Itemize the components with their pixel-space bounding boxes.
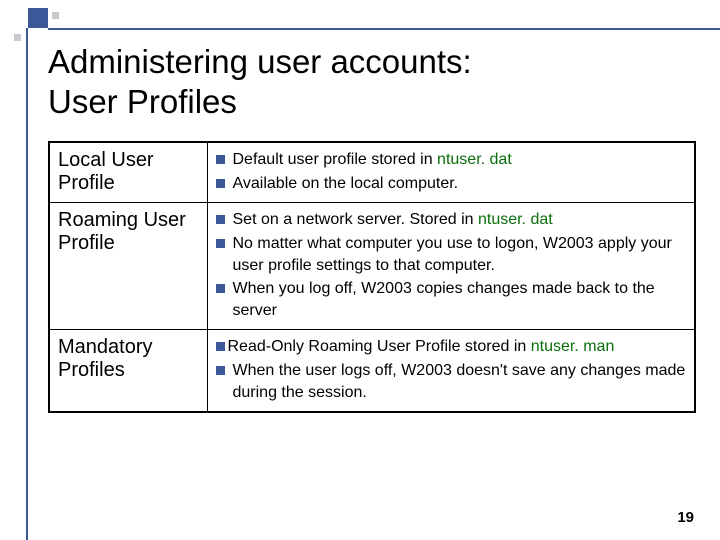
file-name: ntuser. dat [437, 151, 512, 168]
bullet-square-icon [216, 284, 225, 293]
bullet-text: No matter what computer you use to logon… [233, 233, 687, 276]
bullet-item: Set on a network server. Stored in ntuse… [216, 209, 687, 231]
row-label: Mandatory Profiles [49, 330, 207, 412]
slide-title: Administering user accounts: User Profil… [48, 42, 696, 121]
bullet-text: When the user logs off, W2003 doesn't sa… [233, 360, 687, 403]
row-content: Default user profile stored in ntuser. d… [207, 142, 695, 203]
row-content: Set on a network server. Stored in ntuse… [207, 203, 695, 330]
bullet-square-icon [216, 179, 225, 188]
row-label: Local User Profile [49, 142, 207, 203]
bullet-text: Read-Only Roaming User Profile stored in… [228, 336, 687, 358]
title-line-1: Administering user accounts: [48, 43, 472, 80]
file-name: ntuser. man [531, 338, 615, 355]
bullet-item: When the user logs off, W2003 doesn't sa… [216, 360, 687, 403]
bullet-square-icon [216, 155, 225, 164]
bullet-text: Set on a network server. Stored in ntuse… [233, 209, 687, 231]
profile-table: Local User Profile Default user profile … [48, 141, 696, 413]
title-line-2: User Profiles [48, 83, 237, 120]
file-name: ntuser. dat [478, 211, 553, 228]
row-content: Read-Only Roaming User Profile stored in… [207, 330, 695, 412]
row-label: Roaming User Profile [49, 203, 207, 330]
bullet-item: Default user profile stored in ntuser. d… [216, 149, 687, 171]
bullet-text: Available on the local computer. [233, 173, 687, 195]
table-row: Local User Profile Default user profile … [49, 142, 695, 203]
bullet-item: When you log off, W2003 copies changes m… [216, 278, 687, 321]
bullet-square-icon [216, 342, 225, 351]
bullet-square-icon [216, 239, 225, 248]
bullet-item: Available on the local computer. [216, 173, 687, 195]
slide-corner-decoration [0, 0, 120, 40]
bullet-item: No matter what computer you use to logon… [216, 233, 687, 276]
bullet-text: When you log off, W2003 copies changes m… [233, 278, 687, 321]
table-row: Mandatory Profiles Read-Only Roaming Use… [49, 330, 695, 412]
bullet-text: Default user profile stored in ntuser. d… [233, 149, 687, 171]
bullet-item: Read-Only Roaming User Profile stored in… [216, 336, 687, 358]
slide-content: Administering user accounts: User Profil… [48, 42, 696, 413]
table-row: Roaming User Profile Set on a network se… [49, 203, 695, 330]
bullet-square-icon [216, 215, 225, 224]
bullet-square-icon [216, 366, 225, 375]
page-number: 19 [677, 509, 694, 526]
